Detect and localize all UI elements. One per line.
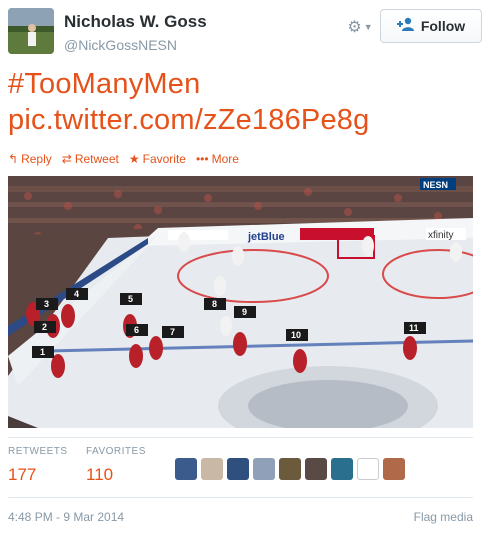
divider — [8, 497, 473, 498]
reply-icon: ↰ — [8, 152, 19, 166]
star-icon: ★ — [128, 152, 140, 166]
tweet-header: Nicholas W. Goss @NickGossNESN ⚙ ▼ Follow — [8, 8, 492, 58]
avatar[interactable] — [305, 458, 327, 480]
favorites-count: 110 — [86, 465, 114, 484]
player-label-9: 9 — [242, 307, 247, 317]
chevron-down-icon: ▼ — [363, 22, 373, 32]
divider — [8, 437, 473, 438]
retweet-label: Retweet — [74, 152, 119, 166]
tweet-media-image[interactable]: jetBlue xfinity NESN 1 2 3 4 5 6 7 8 9 1… — [8, 176, 473, 428]
tweet-text: #TooManyMen pic.twitter.com/zZe186Pe8g — [8, 66, 488, 138]
player-label-5: 5 — [128, 294, 133, 304]
user-name[interactable]: Nicholas W. Goss — [64, 12, 207, 32]
reply-label: Reply — [21, 152, 52, 166]
player-label-1: 1 — [40, 347, 45, 357]
retweet-icon: ⇄ — [61, 152, 72, 166]
retweet-button[interactable]: ⇄ Retweet — [62, 151, 119, 167]
player-label-8: 8 — [212, 299, 217, 309]
player-label-7: 7 — [170, 327, 175, 337]
favorite-button[interactable]: ★ Favorite — [129, 151, 186, 167]
avatar[interactable] — [331, 458, 353, 480]
user-handle[interactable]: @NickGossNESN — [64, 37, 177, 53]
favorites-label: FAVORITES — [86, 446, 146, 457]
nesn-logo: NESN — [423, 180, 448, 190]
tweet-timestamp[interactable]: 4:48 PM - 9 Mar 2014 — [8, 510, 124, 524]
media-link[interactable]: pic.twitter.com/zZe186Pe8g — [8, 102, 488, 138]
avatar[interactable] — [383, 458, 405, 480]
follow-button[interactable]: Follow — [380, 9, 482, 43]
retweets-label: RETWEETS — [8, 446, 68, 457]
player-label-2: 2 — [42, 322, 47, 332]
retweets-stat[interactable]: RETWEETS 177 — [8, 446, 68, 485]
avatar[interactable] — [253, 458, 275, 480]
board-ad-xfinity: xfinity — [428, 230, 454, 241]
more-label: More — [211, 152, 239, 166]
player-label-11: 11 — [409, 323, 419, 333]
avatar[interactable] — [201, 458, 223, 480]
hockey-rink-screenshot: jetBlue xfinity NESN 1 2 3 4 5 6 7 8 9 1… — [8, 176, 473, 428]
more-button[interactable]: ••• More — [196, 151, 239, 167]
settings-menu-button[interactable]: ⚙ ▼ — [344, 16, 376, 38]
player-label-6: 6 — [134, 325, 139, 335]
follow-label: Follow — [420, 18, 466, 34]
player-label-4: 4 — [74, 289, 79, 299]
tweet-actions: ↰ Reply ⇄ Retweet ★ Favorite ••• More — [8, 151, 249, 167]
gear-icon: ⚙ — [347, 19, 362, 36]
more-icon: ••• — [195, 152, 209, 166]
player-label-3: 3 — [44, 299, 49, 309]
flag-media-link[interactable]: Flag media — [414, 510, 473, 524]
avatar[interactable] — [279, 458, 301, 480]
favorite-label: Favorite — [142, 152, 186, 166]
avatar[interactable] — [227, 458, 249, 480]
player-label-10: 10 — [291, 330, 301, 340]
avatar[interactable] — [175, 458, 197, 480]
avatar[interactable] — [8, 8, 54, 54]
favoriters-avatars — [175, 458, 409, 480]
reply-button[interactable]: ↰ Reply — [8, 151, 52, 167]
add-user-icon — [396, 17, 415, 35]
avatar[interactable] — [357, 458, 379, 480]
hashtag-link[interactable]: #TooManyMen — [8, 66, 488, 102]
favorites-stat[interactable]: FAVORITES 110 — [86, 446, 146, 485]
board-ad-jetblue: jetBlue — [247, 231, 285, 243]
retweets-count: 177 — [8, 465, 37, 484]
